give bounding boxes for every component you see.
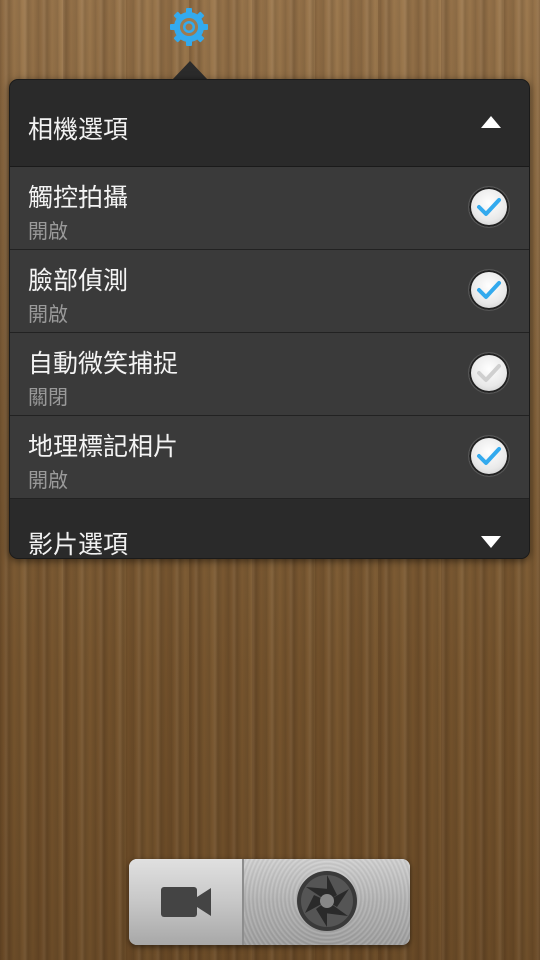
option-state: 開啟	[28, 219, 68, 243]
option-smile-capture[interactable]: 自動微笑捕捉 關閉	[10, 333, 529, 416]
option-label: 地理標記相片	[28, 432, 179, 461]
settings-gear-icon[interactable]	[168, 6, 210, 48]
option-label: 臉部偵測	[28, 266, 129, 295]
option-state: 開啟	[28, 302, 68, 326]
option-label: 自動微笑捕捉	[28, 349, 179, 378]
video-camera-icon	[161, 887, 211, 917]
capture-controls	[129, 859, 410, 945]
shutter-button[interactable]	[244, 859, 410, 945]
option-face-detection[interactable]: 臉部偵測 開啟	[10, 250, 529, 333]
option-touch-shoot[interactable]: 觸控拍攝 開啟	[10, 167, 529, 250]
option-geotag-photos[interactable]: 地理標記相片 開啟	[10, 416, 529, 499]
chevron-down-icon[interactable]	[481, 536, 501, 548]
option-state: 開啟	[28, 468, 68, 492]
camera-options-panel: 相機選項 觸控拍攝 開啟 臉部偵測 開啟 自動微笑捕捉 關閉 地理標記相片 開啟…	[9, 79, 530, 559]
chevron-up-icon[interactable]	[481, 116, 501, 128]
checkbox-geotag-photos[interactable]	[469, 436, 509, 476]
checkbox-face-detection[interactable]	[469, 270, 509, 310]
camera-options-header[interactable]: 相機選項	[10, 80, 529, 167]
option-label: 觸控拍攝	[28, 183, 129, 212]
video-options-header[interactable]: 影片選項	[10, 500, 529, 558]
option-state: 關閉	[28, 385, 68, 409]
video-mode-button[interactable]	[129, 859, 244, 945]
checkbox-smile-capture[interactable]	[469, 353, 509, 393]
camera-options-title: 相機選項	[28, 115, 129, 144]
video-options-title: 影片選項	[28, 530, 129, 559]
popover-arrow	[172, 61, 208, 80]
camera-shutter-icon	[297, 871, 357, 931]
checkbox-touch-shoot[interactable]	[469, 187, 509, 227]
